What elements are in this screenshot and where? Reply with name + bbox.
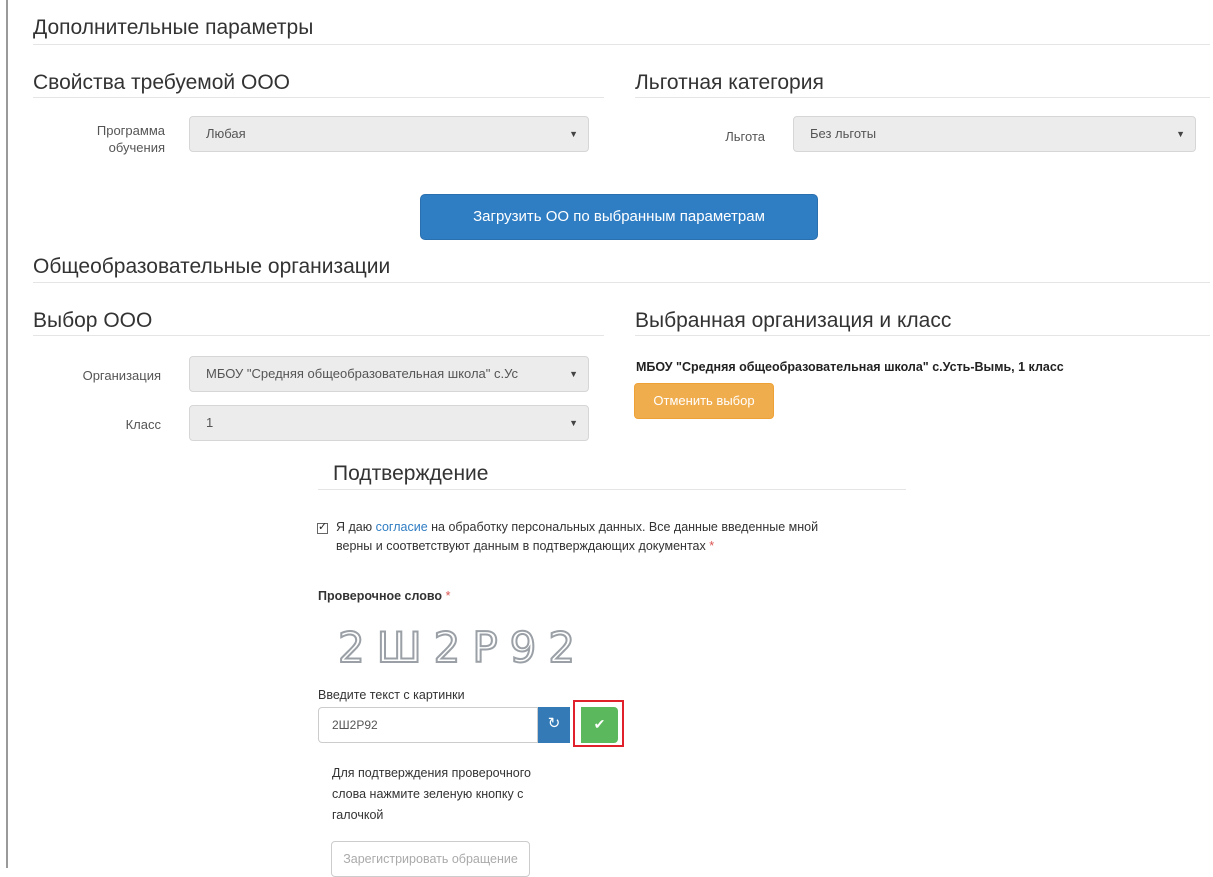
program-select[interactable]: Любая ▼ — [189, 116, 589, 152]
hint-text: Для подтверждения проверочного слова наж… — [332, 763, 592, 826]
section-title-benefit-category: Льготная категория — [635, 71, 824, 94]
org-select-value: МБОУ "Средняя общеобразовательная школа"… — [206, 366, 519, 381]
caret-down-icon: ▼ — [1176, 129, 1185, 139]
divider — [33, 97, 604, 98]
program-select-value: Любая — [206, 126, 246, 141]
consent-line2-text: верны и соответствуют данным в подтвержд… — [336, 539, 706, 553]
consent-suffix: на обработку персональных данных. Все да… — [427, 520, 819, 534]
divider — [33, 44, 1210, 45]
divider — [635, 97, 1210, 98]
org-select[interactable]: МБОУ "Средняя общеобразовательная школа"… — [189, 356, 589, 392]
section-title-orgs: Общеобразовательные организации — [33, 255, 391, 278]
input-label: Введите текст с картинки — [318, 688, 465, 702]
divider — [635, 335, 1210, 336]
section-title-choose-org: Выбор ООО — [33, 309, 153, 332]
cancel-selection-button[interactable]: Отменить выбор — [634, 383, 774, 419]
load-orgs-button[interactable]: Загрузить ОО по выбранным параметрам — [420, 194, 818, 240]
divider — [33, 282, 1210, 283]
section-title-required-org-props: Свойства требуемой ООО — [33, 71, 290, 94]
selected-org-text: МБОУ "Средняя общеобразовательная школа"… — [636, 360, 1064, 374]
caret-down-icon: ▼ — [569, 418, 578, 428]
required-mark: * — [709, 539, 715, 553]
captcha-input[interactable]: 2Ш2Р92 — [318, 707, 538, 743]
captcha-svg: 2Ш2Р92 — [337, 622, 587, 673]
hint-line2: слова нажмите зеленую кнопку с — [332, 787, 524, 801]
section-title-chosen-org: Выбранная организация и класс — [635, 309, 952, 332]
refresh-captcha-button[interactable]: ↻ — [538, 707, 570, 743]
consent-line2: верны и соответствуют данным в подтвержд… — [336, 537, 911, 556]
left-border — [6, 0, 8, 868]
section-title-confirmation: Подтверждение — [333, 462, 489, 485]
captcha-label: Проверочное слово * — [318, 587, 450, 606]
captcha-label-text: Проверочное слово — [318, 589, 443, 603]
consent-link[interactable]: согласие — [376, 520, 428, 534]
page: Дополнительные параметры Свойства требуе… — [0, 0, 1213, 877]
benefit-label: Льгота — [725, 129, 765, 144]
checkmark-icon: ✓ — [318, 521, 328, 533]
captcha-image: 2Ш2Р92 — [318, 610, 618, 673]
divider — [318, 489, 906, 490]
program-label-line1: Программа — [96, 123, 165, 138]
class-select-value: 1 — [206, 415, 214, 430]
highlight-box — [573, 700, 624, 747]
consent-text: Я даю согласие на обработку персональных… — [336, 518, 911, 556]
divider — [33, 335, 604, 336]
consent-prefix: Я даю — [336, 520, 376, 534]
hint-line3: галочкой — [332, 808, 384, 822]
caret-down-icon: ▼ — [569, 129, 578, 139]
class-label: Класс — [125, 417, 161, 432]
captcha-text: 2Ш2Р92 — [338, 623, 587, 670]
caret-down-icon: ▼ — [569, 369, 578, 379]
hint-line1: Для подтверждения проверочного — [332, 766, 531, 780]
consent-checkbox[interactable]: ✓ — [317, 521, 328, 534]
section-title-additional-params: Дополнительные параметры — [33, 16, 314, 39]
program-label-line2: обучения — [108, 140, 165, 155]
program-label: Программа обучения — [68, 122, 165, 156]
org-label: Организация — [82, 368, 161, 383]
required-mark: * — [445, 589, 451, 603]
refresh-icon: ↻ — [547, 715, 561, 732]
benefit-select-value: Без льготы — [810, 126, 877, 141]
consent-line1: Я даю согласие на обработку персональных… — [336, 518, 911, 537]
register-request-button[interactable]: Зарегистрировать обращение — [331, 841, 530, 877]
class-select[interactable]: 1 ▼ — [189, 405, 589, 441]
benefit-select[interactable]: Без льготы ▼ — [793, 116, 1196, 152]
